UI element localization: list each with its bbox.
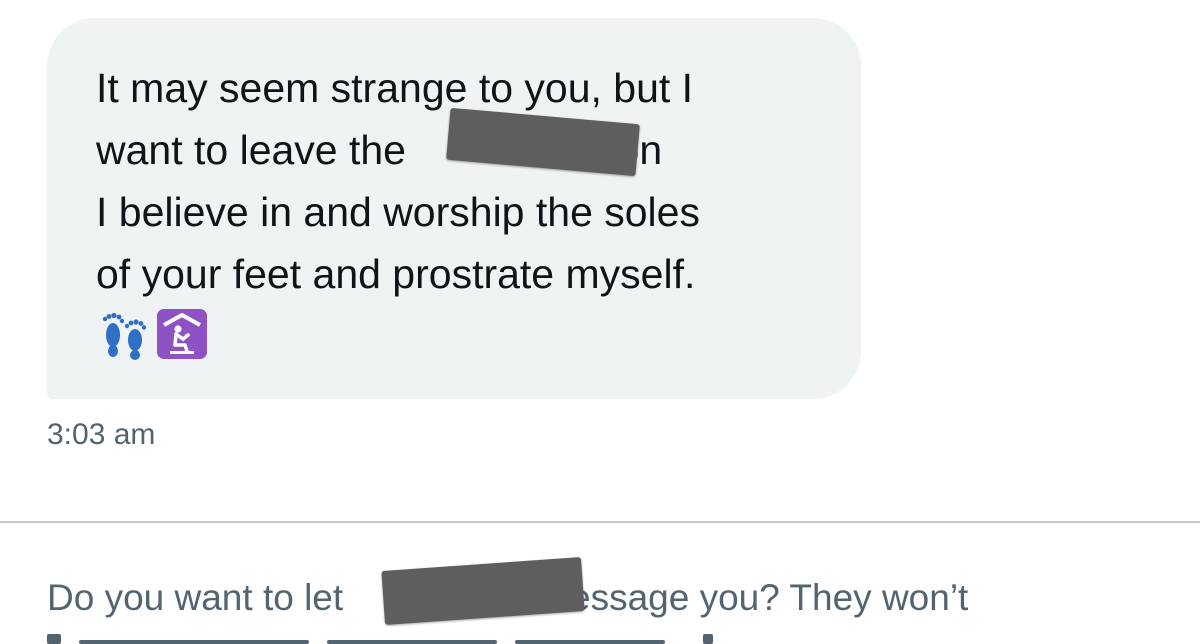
prompt-text-end: message you? They won’t — [539, 577, 969, 618]
prompt-text-start: Do you want to let — [47, 577, 344, 618]
message-line: I believe in and worship the soles — [96, 189, 700, 235]
dm-conversation: It may seem strange to you, but I want t… — [0, 0, 1200, 644]
footprints-icon — [98, 308, 150, 365]
message-line: of your feet and prostrate myself. — [96, 251, 696, 297]
message-line-start: want to leave the — [96, 127, 406, 173]
prompt-next-line-fragment — [47, 634, 837, 644]
message-text: It may seem strange to you, but I want t… — [96, 57, 836, 305]
place-of-worship-icon — [156, 308, 208, 365]
divider — [0, 521, 1200, 523]
message-timestamp: 3:03 am — [47, 418, 156, 451]
emoji-row — [98, 308, 208, 364]
